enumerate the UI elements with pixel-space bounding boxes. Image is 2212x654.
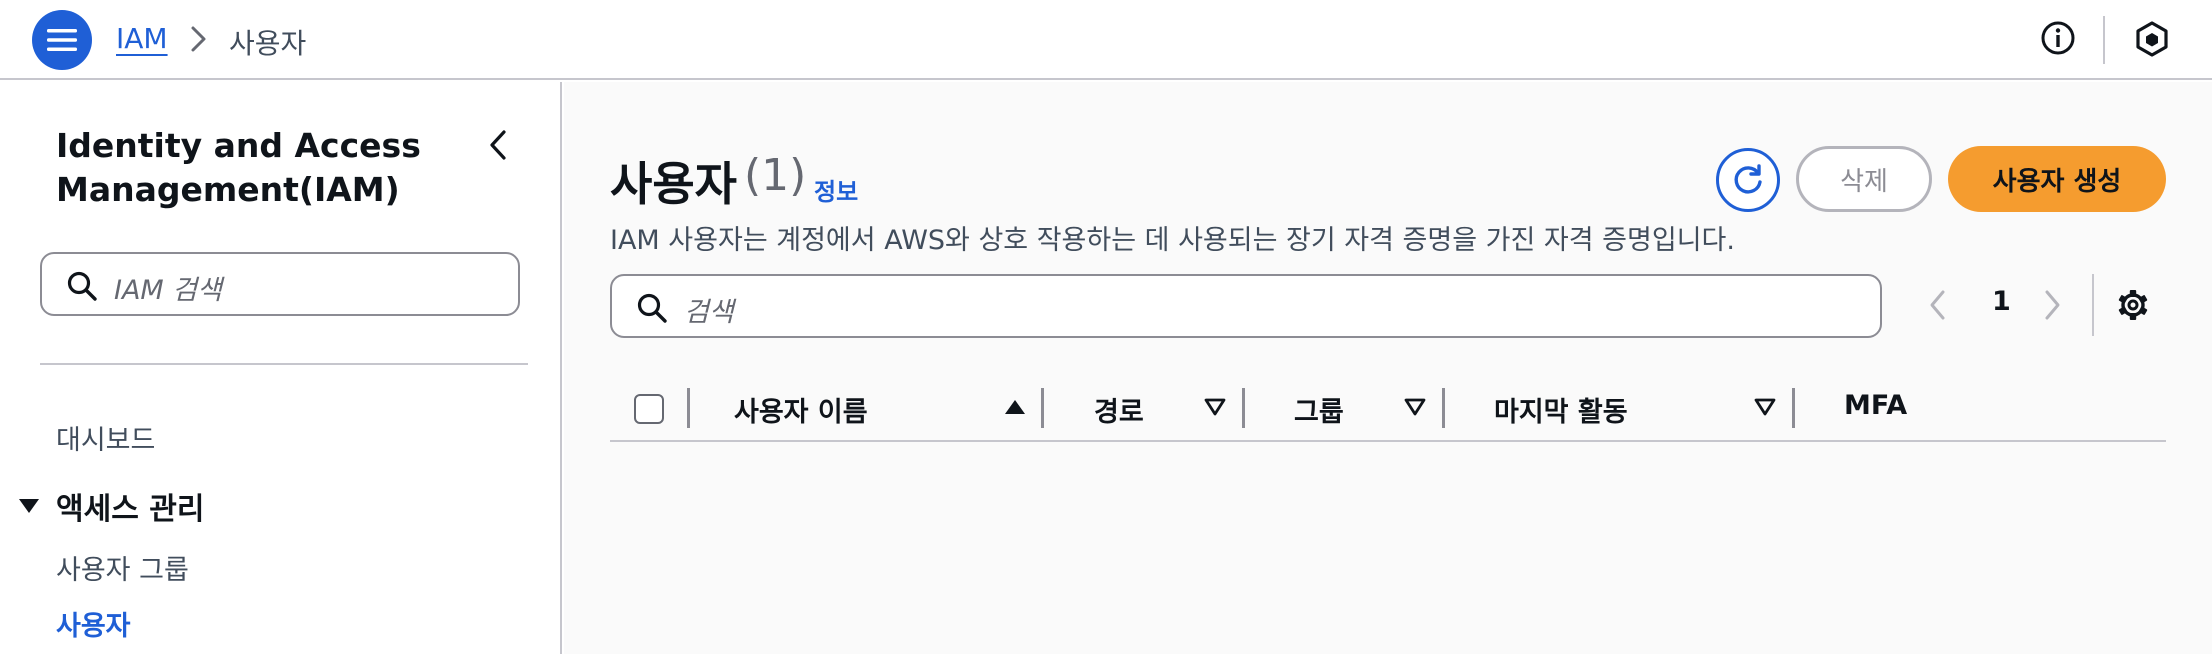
column-divider[interactable] (1792, 388, 1795, 428)
chevron-right-icon (190, 24, 208, 58)
delete-button[interactable]: 삭제 (1796, 146, 1932, 212)
user-count: (1) (744, 150, 807, 201)
collapse-sidebar-icon[interactable] (486, 128, 510, 166)
sidebar-item-dashboard[interactable]: 대시보드 (56, 418, 155, 457)
refresh-button[interactable] (1716, 148, 1780, 212)
column-header-user-name[interactable]: 사용자 이름 (734, 390, 868, 429)
sidebar-item-user-groups[interactable]: 사용자 그룹 (56, 548, 189, 587)
sort-ascending-icon[interactable] (1004, 398, 1026, 420)
caret-down-icon (19, 499, 39, 513)
cloudshell-hexagon-icon[interactable] (2134, 20, 2170, 62)
column-header-groups[interactable]: 그룹 (1294, 390, 1344, 429)
refresh-icon (1734, 164, 1762, 194)
column-divider[interactable] (1442, 388, 1445, 428)
current-page-number[interactable]: 1 (1992, 286, 2011, 317)
info-icon[interactable] (2040, 20, 2076, 60)
create-user-button[interactable]: 사용자 생성 (1948, 146, 2166, 212)
column-divider[interactable] (1242, 388, 1245, 428)
users-table-header: 사용자 이름 경로 그룹 마지막 활동 MFA (610, 374, 2166, 442)
column-divider[interactable] (687, 388, 690, 428)
sidebar-divider (40, 363, 528, 365)
sort-icon[interactable] (1404, 398, 1426, 420)
search-icon (66, 270, 98, 306)
sidebar-title: Identity and Access Management(IAM) (56, 126, 421, 209)
top-navigation-bar: IAM 사용자 (0, 0, 2212, 80)
select-all-checkbox[interactable] (634, 394, 664, 424)
sidebar-search-placeholder: IAM 검색 (114, 275, 222, 306)
info-link[interactable]: 정보 (814, 172, 858, 207)
previous-page-icon[interactable] (1928, 288, 1948, 326)
column-header-path[interactable]: 경로 (1094, 390, 1144, 429)
breadcrumb-current: 사용자 (229, 27, 307, 60)
topbar-divider (2103, 16, 2105, 64)
menu-button[interactable] (32, 10, 92, 70)
users-search-input[interactable]: 검색 (610, 274, 1882, 338)
breadcrumb-iam-link[interactable]: IAM (116, 22, 168, 55)
search-placeholder: 검색 (684, 297, 734, 328)
hamburger-icon (47, 29, 77, 51)
main-content: 사용자 (1) 정보 IAM 사용자는 계정에서 AWS와 상호 작용하는 데 … (564, 82, 2212, 654)
page-title: 사용자 (610, 157, 737, 211)
column-header-last-activity[interactable]: 마지막 활동 (1494, 390, 1628, 429)
sidebar-section-access-management[interactable]: 액세스 관리 (18, 484, 204, 528)
sort-icon[interactable] (1754, 398, 1776, 420)
side-navigation: Identity and Access Management(IAM) IAM … (0, 82, 562, 654)
sort-icon[interactable] (1204, 398, 1226, 420)
search-icon (636, 292, 668, 328)
column-header-mfa[interactable]: MFA (1844, 390, 1907, 421)
page-description: IAM 사용자는 계정에서 AWS와 상호 작용하는 데 사용되는 장기 자격 … (610, 225, 1735, 256)
sidebar-section-label: 액세스 관리 (56, 492, 205, 527)
sidebar-search-input[interactable]: IAM 검색 (40, 252, 520, 316)
column-divider[interactable] (1041, 388, 1044, 428)
pagination-divider (2092, 274, 2094, 336)
next-page-icon[interactable] (2042, 288, 2062, 326)
gear-icon[interactable] (2116, 288, 2150, 326)
sidebar-item-users[interactable]: 사용자 (56, 604, 131, 643)
